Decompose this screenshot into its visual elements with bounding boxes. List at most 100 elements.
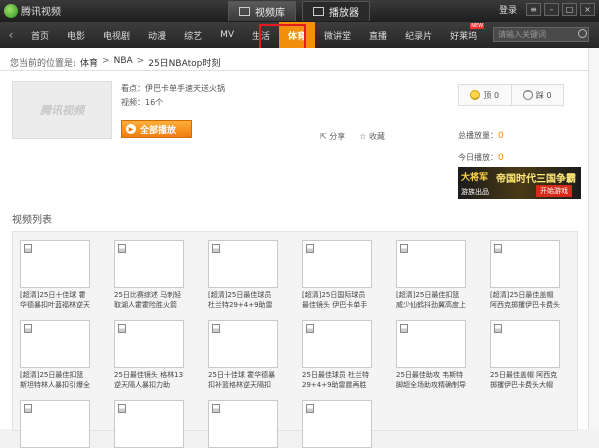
ad-start-button[interactable]: 开始游戏 <box>536 185 572 197</box>
broken-image-icon <box>306 244 314 253</box>
video-thumbnail[interactable] <box>302 320 372 368</box>
video-title[interactable]: 25日最佳球员 杜兰特29+4+9助雷霆再胜火箭 <box>302 370 372 390</box>
video-card[interactable]: 25日比赛综述 马刺轻取湖人霍霍险胜火箭 <box>114 240 184 310</box>
video-card[interactable]: [超清]25日最佳扣篮 斯坦特林人暴扣引爆全场 <box>20 320 90 390</box>
stat-value: 0 <box>498 153 504 163</box>
nav-movie[interactable]: 电影 <box>58 22 94 48</box>
video-card[interactable]: 25日最佳盖帽 阿西克掷攫伊巴卡费头大帽 <box>490 320 560 390</box>
tab-video-library[interactable]: 视频库 <box>228 1 296 21</box>
broken-image-icon <box>24 244 32 253</box>
broken-image-icon <box>24 404 32 413</box>
video-card[interactable]: [超清]25日最佳扣篮 威少仙鹤抖劲翼高度上篮 <box>396 240 466 310</box>
broken-image-icon <box>400 324 408 333</box>
poster-image: 腾讯视频 <box>12 81 112 139</box>
video-card[interactable]: 25日最佳助攻 韦斯特脚超全场助攻精确制导 <box>396 320 466 390</box>
main-content: 您当前的位置是: 体育 > NBA > 25日NBAtop时刻 腾讯视频 看点：… <box>0 48 588 448</box>
search-icon[interactable] <box>578 29 587 38</box>
ad-brand: 游族出品 <box>461 188 489 196</box>
video-thumbnail[interactable] <box>396 240 466 288</box>
nav-label: 动漫 <box>148 31 167 42</box>
nav-mv[interactable]: MV <box>211 22 243 48</box>
broken-image-icon <box>118 324 126 333</box>
video-title[interactable]: [超清]25日最佳盖帽 阿西克掷攫伊巴卡费头大 <box>490 290 560 310</box>
tab-player[interactable]: 播放器 <box>302 1 370 21</box>
section-title: 视频列表 <box>12 215 52 226</box>
nav-live[interactable]: 直播 <box>360 22 396 48</box>
video-thumbnail[interactable] <box>396 320 466 368</box>
nav-label: 微讲堂 <box>324 31 352 42</box>
broken-image-icon <box>306 404 314 413</box>
close-icon[interactable]: × <box>580 3 595 16</box>
nav-label: 首页 <box>31 31 50 42</box>
video-card[interactable]: [超清]25日最佳盖帽 阿西克掷攫伊巴卡费头大 <box>490 240 560 310</box>
nav-tv[interactable]: 电视剧 <box>94 22 139 48</box>
vertical-scrollbar[interactable] <box>588 48 599 429</box>
smile-icon: ‿ <box>470 90 481 100</box>
share-button[interactable]: ⇱ 分享 <box>320 131 345 142</box>
nav-documentary[interactable]: 纪录片 <box>396 22 441 48</box>
video-title[interactable]: 25日最佳盖帽 阿西克掷攫伊巴卡费头大帽 <box>490 370 560 390</box>
play-all-button[interactable]: ▶ 全部播放 <box>121 120 192 138</box>
video-title[interactable]: [超清]25日国际球员最佳镜头 伊巴卡单手速天 <box>302 290 372 310</box>
video-thumbnail[interactable] <box>114 320 184 368</box>
video-thumbnail[interactable] <box>208 320 278 368</box>
video-card[interactable] <box>114 400 184 448</box>
video-thumbnail[interactable] <box>490 240 560 288</box>
nav-anime[interactable]: 动漫 <box>139 22 175 48</box>
video-card[interactable]: [超清]25日十佳球 霍华德暴扣叶蓝福林逆天隔 <box>20 240 90 310</box>
video-title[interactable]: [超清]25日最佳球员 杜兰特29+4+9助雷霆再胜 <box>208 290 278 310</box>
divider <box>0 70 588 71</box>
nav-label: MV <box>220 30 234 40</box>
video-thumbnail[interactable] <box>208 240 278 288</box>
maximize-icon[interactable]: □ <box>562 3 577 16</box>
video-thumbnail[interactable] <box>302 400 372 448</box>
breadcrumb-prefix: 您当前的位置是: <box>10 59 77 69</box>
video-card[interactable] <box>302 400 372 448</box>
thumb-down-button[interactable]: ⁀ 踩 0 <box>512 85 564 105</box>
game-ad-banner[interactable]: 大将军 帝国时代三国争霸 游族出品 开始游戏 <box>458 167 581 199</box>
video-title[interactable]: 25日最佳助攻 韦斯特脚超全场助攻精确制导 <box>396 370 466 390</box>
video-thumbnail[interactable] <box>208 400 278 448</box>
app-name: 腾讯视频 <box>21 7 61 18</box>
video-card[interactable]: 25日最佳球员 杜兰特29+4+9助雷霆再胜火箭 <box>302 320 372 390</box>
total-plays: 总播放量：0 <box>458 125 504 147</box>
nav-home[interactable]: 首页 <box>22 22 58 48</box>
video-thumbnail[interactable] <box>302 240 372 288</box>
nav-variety[interactable]: 综艺 <box>175 22 211 48</box>
video-card[interactable] <box>20 400 90 448</box>
video-title[interactable]: 25日最佳镜头 格林13逆天隔人暴扣力助 <box>114 370 184 390</box>
video-thumbnail[interactable] <box>114 400 184 448</box>
video-title[interactable]: [超清]25日最佳扣篮 斯坦特林人暴扣引爆全场 <box>20 370 90 390</box>
breadcrumb-link[interactable]: 体育 <box>80 56 98 69</box>
login-link[interactable]: 登录 <box>499 3 517 16</box>
video-card[interactable]: 25日最佳镜头 格林13逆天隔人暴扣力助 <box>114 320 184 390</box>
search-input[interactable]: 请输入关键词 <box>493 27 589 42</box>
video-title[interactable]: 25日比赛综述 马刺轻取湖人霍霍险胜火箭 <box>114 290 184 310</box>
menu-icon[interactable]: ≡ <box>526 3 541 16</box>
video-card[interactable]: [超清]25日最佳球员 杜兰特29+4+9助雷霆再胜 <box>208 240 278 310</box>
video-card[interactable]: [超清]25日国际球员最佳镜头 伊巴卡单手速天 <box>302 240 372 310</box>
video-card[interactable]: 25日十佳球 霍华德暴扣补篮格林逆天隔扣 <box>208 320 278 390</box>
video-thumbnail[interactable] <box>20 400 90 448</box>
focus-text: 看点：伊巴卡单手速天送火锅 <box>121 84 225 93</box>
thumb-up-button[interactable]: ‿ 顶 0 <box>459 85 511 105</box>
nav-hollywood[interactable]: 好莱坞 NEW <box>441 22 486 48</box>
video-title[interactable]: 25日十佳球 霍华德暴扣补篮格林逆天隔扣 <box>208 370 278 390</box>
breadcrumb-link[interactable]: NBA <box>114 56 133 69</box>
back-arrow-icon[interactable]: ‹ <box>0 28 22 42</box>
collect-button[interactable]: ☆ 收藏 <box>359 131 385 142</box>
ad-title: 帝国时代三国争霸 <box>496 174 576 185</box>
nav-lecture[interactable]: 微讲堂 <box>315 22 360 48</box>
video-title[interactable]: [超清]25日十佳球 霍华德暴扣叶蓝福林逆天隔 <box>20 290 90 310</box>
video-thumbnail[interactable] <box>20 320 90 368</box>
video-thumbnail[interactable] <box>490 320 560 368</box>
tencent-video-logo-icon <box>4 3 18 18</box>
broken-image-icon <box>212 404 220 413</box>
video-title[interactable]: [超清]25日最佳扣篮 威少仙鹤抖劲翼高度上篮 <box>396 290 466 310</box>
video-thumbnail[interactable] <box>20 240 90 288</box>
minimize-icon[interactable]: – <box>544 3 559 16</box>
nav-label: 电影 <box>67 31 86 42</box>
video-thumbnail[interactable] <box>114 240 184 288</box>
broken-image-icon <box>494 244 502 253</box>
video-card[interactable] <box>208 400 278 448</box>
